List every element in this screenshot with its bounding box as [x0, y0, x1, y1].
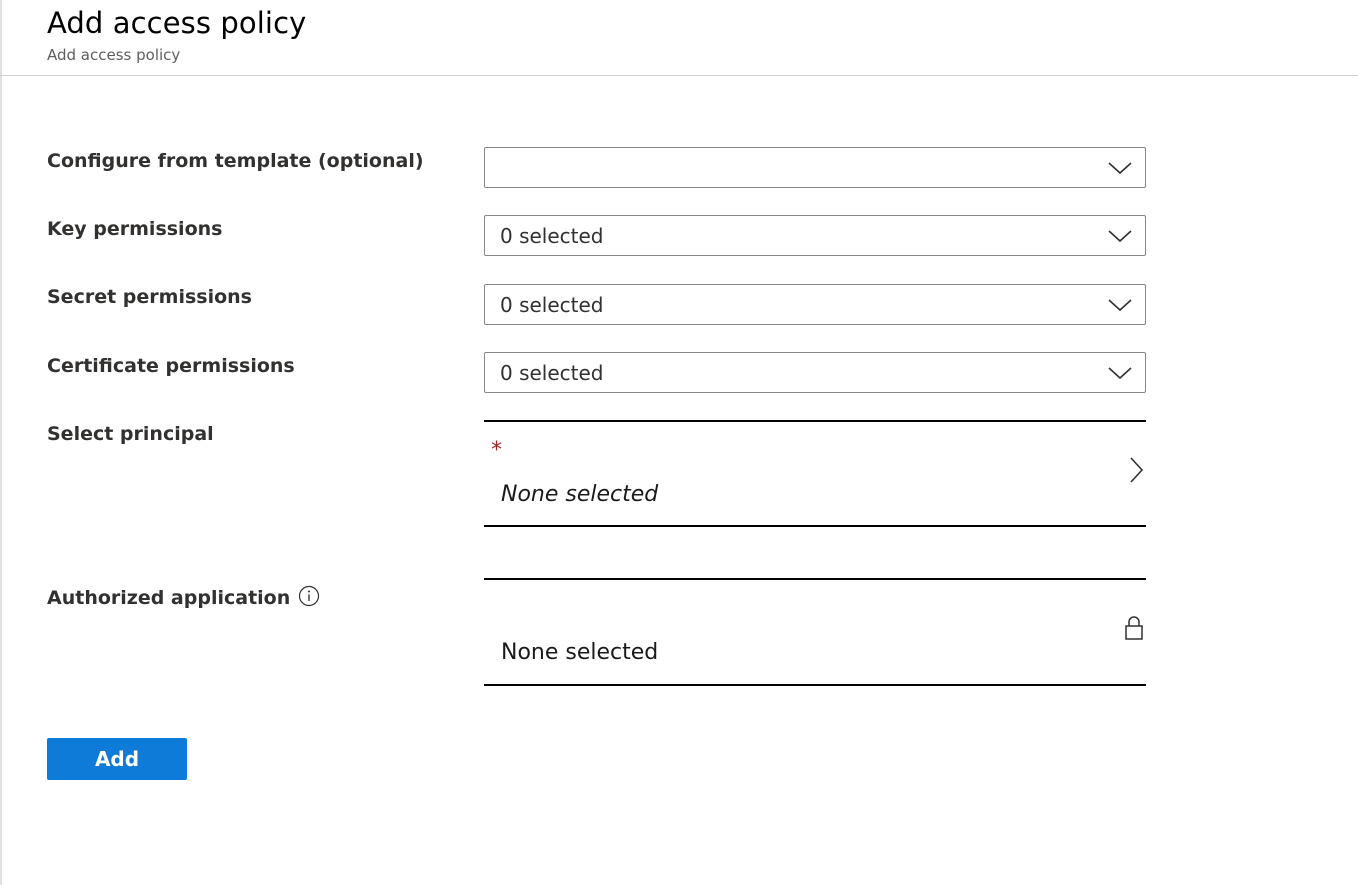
select-principal-label: Select principal [47, 423, 214, 445]
chevron-down-icon [1108, 299, 1132, 312]
key-permissions-dropdown[interactable]: 0 selected [484, 215, 1146, 256]
authorized-application-value: None selected [501, 640, 659, 665]
secret-permissions-label: Secret permissions [47, 286, 252, 308]
chevron-down-icon [1108, 230, 1132, 243]
certificate-permissions-value: 0 selected [500, 361, 604, 385]
secret-permissions-dropdown[interactable]: 0 selected [484, 284, 1146, 325]
authorized-application-picker: None selected [484, 578, 1146, 686]
certificate-permissions-label: Certificate permissions [47, 355, 295, 377]
chevron-right-icon [1130, 457, 1144, 483]
template-dropdown[interactable] [484, 147, 1146, 188]
blade-header: Add access policy Add access policy [0, 0, 1358, 76]
template-label: Configure from template (optional) [47, 150, 424, 172]
lock-icon [1125, 616, 1143, 640]
select-principal-value: None selected [501, 482, 659, 507]
secret-permissions-value: 0 selected [500, 293, 604, 317]
key-permissions-label: Key permissions [47, 218, 223, 240]
add-button[interactable]: Add [47, 738, 187, 780]
select-principal-picker[interactable]: * None selected [484, 420, 1146, 527]
chevron-down-icon [1108, 162, 1132, 175]
page-title: Add access policy [47, 6, 307, 40]
authorized-application-label-text: Authorized application [47, 587, 291, 609]
required-marker: * [491, 438, 502, 463]
add-access-policy-page: Add access policy Add access policy Conf… [0, 0, 1358, 885]
authorized-application-label: Authorized application [47, 582, 320, 609]
left-border [0, 0, 2, 885]
page-subtitle: Add access policy [47, 46, 181, 64]
info-icon[interactable] [298, 585, 320, 607]
chevron-down-icon [1108, 367, 1132, 380]
key-permissions-value: 0 selected [500, 224, 604, 248]
certificate-permissions-dropdown[interactable]: 0 selected [484, 352, 1146, 393]
